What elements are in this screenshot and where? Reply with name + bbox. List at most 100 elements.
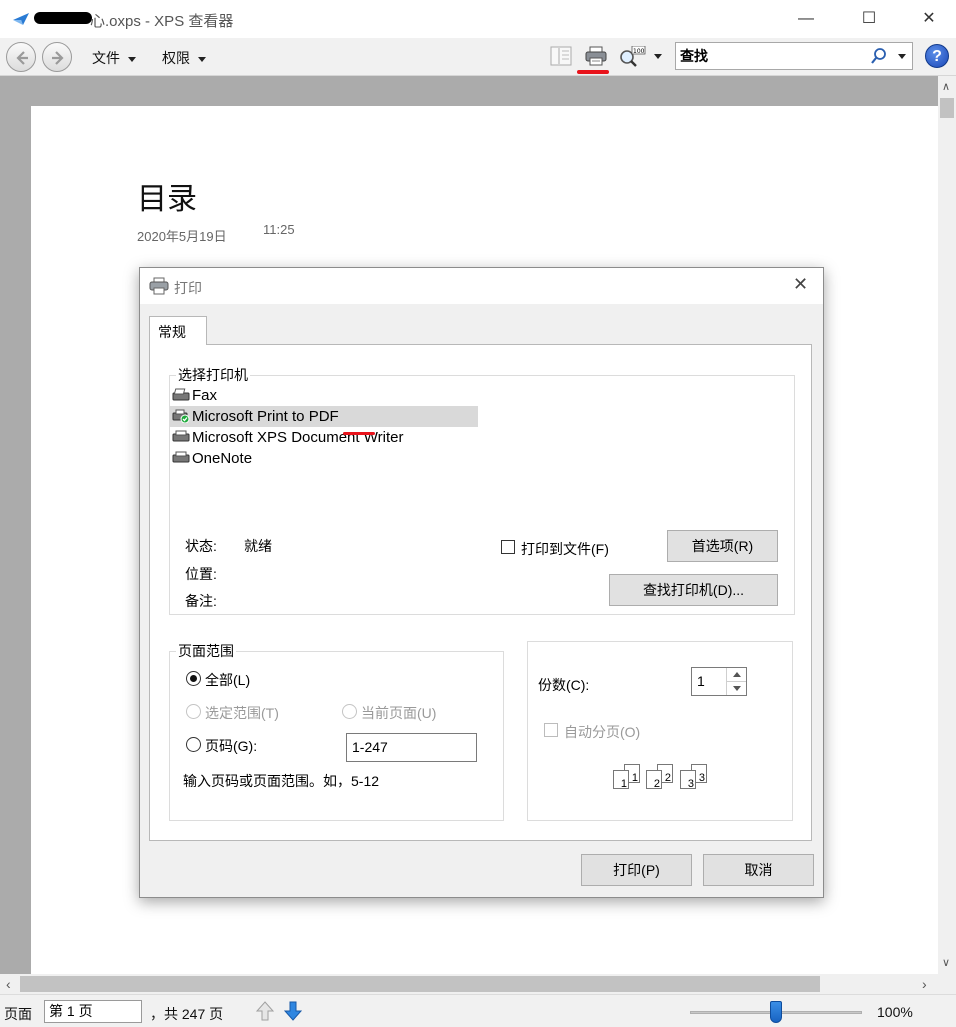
comment-label: 备注: bbox=[185, 593, 217, 609]
copies-input[interactable]: 1 bbox=[691, 667, 747, 696]
status-value: 就绪 bbox=[244, 538, 272, 554]
permissions-menu[interactable]: 权限 bbox=[162, 48, 206, 68]
printer-item-fax[interactable]: Fax bbox=[170, 385, 478, 406]
total-pages-label: ，共 247 页 bbox=[150, 1006, 224, 1022]
printer-icon bbox=[172, 451, 190, 463]
collate-checkbox bbox=[544, 723, 558, 737]
range-pages-label[interactable]: 页码(G): bbox=[205, 736, 257, 756]
annotation-underline-pdf bbox=[343, 432, 375, 435]
fax-printer-icon bbox=[172, 388, 190, 401]
collate-page: 3 bbox=[680, 770, 696, 790]
printer-name: Microsoft Print to PDF bbox=[192, 408, 339, 425]
forward-arrow-icon bbox=[52, 51, 64, 65]
printer-item-microsoft-xps-document-writer[interactable]: Microsoft XPS Document Writer bbox=[170, 427, 478, 448]
collate-page: 1 bbox=[613, 770, 629, 790]
horizontal-scrollbar[interactable]: ‹ › bbox=[0, 974, 938, 994]
status-bar: 页面 第 1 页 ，共 247 页 100% bbox=[0, 994, 956, 1027]
horizontal-scroll-thumb[interactable] bbox=[20, 976, 820, 992]
page-number-input[interactable]: 第 1 页 bbox=[44, 1000, 142, 1023]
minimize-button[interactable]: — bbox=[783, 0, 829, 38]
scroll-corner bbox=[938, 974, 956, 994]
range-current-page-label: 当前页面(U) bbox=[361, 705, 437, 721]
tab-general[interactable]: 常规 bbox=[149, 316, 207, 345]
print-dialog-title: 打印 bbox=[174, 280, 202, 296]
printer-icon[interactable] bbox=[584, 46, 608, 66]
printer-item-onenote[interactable]: OneNote bbox=[170, 448, 478, 469]
close-button[interactable]: ✕ bbox=[906, 0, 952, 38]
xps-app-icon bbox=[13, 13, 29, 25]
search-box[interactable] bbox=[675, 42, 913, 70]
collate-page: 2 bbox=[646, 770, 662, 790]
maximize-button[interactable]: ☐ bbox=[846, 0, 892, 38]
location-label: 位置: bbox=[185, 566, 217, 582]
page-label: 页面 bbox=[4, 1006, 32, 1022]
print-to-file-label[interactable]: 打印到文件(F) bbox=[521, 539, 609, 559]
vertical-scroll-thumb[interactable] bbox=[940, 98, 954, 118]
copies-decrement-button[interactable] bbox=[726, 681, 746, 695]
previous-page-arrow-icon[interactable] bbox=[256, 1001, 274, 1021]
annotation-underline-printer bbox=[577, 70, 609, 74]
printer-name: OneNote bbox=[192, 450, 253, 467]
window-title: 心.oxps - XPS 查看器 bbox=[90, 13, 234, 30]
zoom-slider-thumb[interactable] bbox=[770, 1001, 782, 1023]
file-menu[interactable]: 文件 bbox=[92, 48, 136, 68]
vertical-scrollbar[interactable]: ∧ ∨ bbox=[938, 76, 956, 974]
cancel-button[interactable]: 取消 bbox=[703, 854, 814, 886]
search-icon[interactable] bbox=[870, 47, 888, 65]
find-printer-button[interactable]: 查找打印机(D)... bbox=[609, 574, 778, 606]
print-button[interactable]: 打印(P) bbox=[581, 854, 692, 886]
page-range-group: 页面范围 bbox=[169, 641, 504, 821]
title-bar: 心.oxps - XPS 查看器 — ☐ ✕ bbox=[0, 0, 956, 38]
document-time: 11:25 bbox=[263, 222, 295, 237]
back-button[interactable] bbox=[6, 42, 36, 72]
scroll-right-arrow-icon[interactable]: › bbox=[922, 976, 927, 992]
document-outline-icon[interactable] bbox=[550, 46, 572, 66]
zoom-percentage: 100% bbox=[877, 1004, 913, 1020]
chevron-up-icon bbox=[733, 672, 741, 677]
pages-input[interactable]: 1-247 bbox=[346, 733, 477, 762]
default-printer-icon bbox=[172, 409, 190, 423]
permissions-menu-label: 权限 bbox=[162, 50, 190, 66]
print-dialog-titlebar: 打印 ✕ bbox=[140, 268, 823, 304]
search-input[interactable] bbox=[680, 46, 860, 66]
chevron-down-icon bbox=[733, 686, 741, 691]
back-arrow-icon bbox=[16, 51, 28, 65]
search-options-chevron-icon[interactable] bbox=[898, 54, 906, 59]
page-range-legend: 页面范围 bbox=[178, 643, 234, 659]
printer-list[interactable]: Fax Microsoft Print to PDF Microsoft XPS… bbox=[170, 385, 480, 469]
range-selection-label: 选定范围(T) bbox=[205, 705, 279, 721]
copies-increment-button[interactable] bbox=[726, 668, 746, 681]
chevron-down-icon bbox=[198, 56, 206, 62]
help-button[interactable]: ? bbox=[925, 44, 949, 68]
copies-value: 1 bbox=[697, 673, 705, 689]
range-pages-radio[interactable] bbox=[186, 737, 201, 752]
forward-button[interactable] bbox=[42, 42, 72, 72]
next-page-arrow-icon[interactable] bbox=[284, 1001, 302, 1021]
print-dialog: 打印 ✕ 常规 选择打印机 Fax Microsoft Print to PDF… bbox=[139, 267, 824, 898]
scroll-up-arrow-icon[interactable]: ∧ bbox=[942, 80, 950, 93]
printer-icon bbox=[172, 430, 190, 442]
general-tab-panel: 选择打印机 Fax Microsoft Print to PDF Microso… bbox=[149, 344, 812, 841]
print-dialog-close-button[interactable]: ✕ bbox=[793, 274, 808, 295]
printer-item-microsoft-print-to-pdf[interactable]: Microsoft Print to PDF bbox=[170, 406, 478, 427]
document-heading: 目录 bbox=[137, 182, 197, 217]
print-to-file-checkbox[interactable] bbox=[501, 540, 515, 554]
scroll-left-arrow-icon[interactable]: ‹ bbox=[6, 976, 11, 992]
file-menu-label: 文件 bbox=[92, 50, 120, 66]
copies-label: 份数(C): bbox=[538, 677, 590, 693]
range-all-label[interactable]: 全部(L) bbox=[205, 670, 250, 690]
status-label: 状态: bbox=[185, 538, 217, 554]
range-hint: 输入页码或页面范围。如，5-12 bbox=[183, 773, 380, 789]
preferences-button[interactable]: 首选项(R) bbox=[667, 530, 778, 562]
printer-name: Fax bbox=[192, 387, 218, 404]
range-current-page-radio bbox=[342, 704, 357, 719]
document-date: 2020年5月19日 bbox=[137, 229, 227, 244]
scroll-down-arrow-icon[interactable]: ∨ bbox=[942, 956, 950, 969]
printer-icon bbox=[149, 277, 169, 295]
zoom-dropdown-chevron-icon[interactable] bbox=[654, 54, 662, 59]
range-all-radio[interactable] bbox=[186, 671, 201, 686]
svg-text:100: 100 bbox=[633, 48, 645, 55]
select-printer-legend: 选择打印机 bbox=[178, 367, 248, 383]
zoom-icon[interactable]: 100 bbox=[618, 46, 646, 68]
collate-label: 自动分页(O) bbox=[564, 724, 641, 740]
